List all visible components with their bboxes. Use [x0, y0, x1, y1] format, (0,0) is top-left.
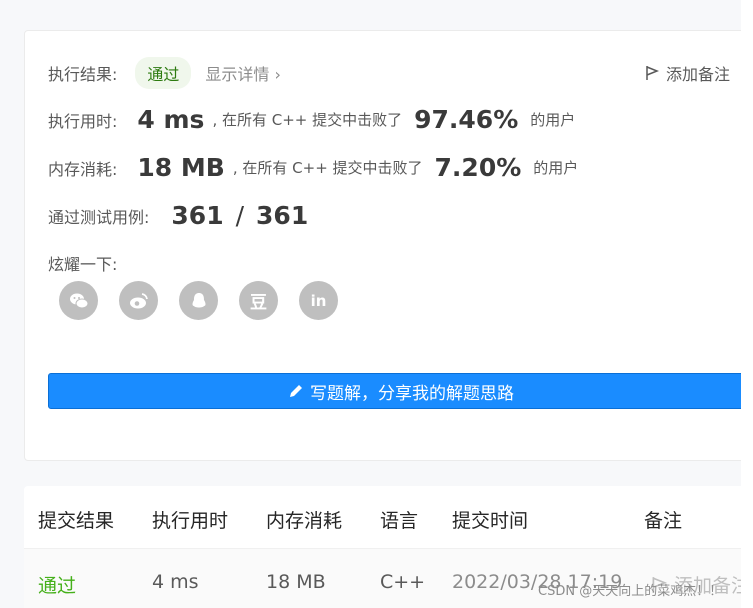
row-runtime: 4 ms: [152, 571, 199, 593]
share-row: 炫耀一下:: [48, 251, 117, 275]
add-note-label: 添加备注: [665, 65, 730, 84]
header-memory[interactable]: 内存消耗: [266, 506, 342, 533]
header-language[interactable]: 语言: [380, 506, 418, 533]
tests-separator: /: [235, 201, 245, 230]
linkedin-icon[interactable]: in: [299, 281, 338, 320]
right-edge: [741, 0, 753, 608]
wechat-icon[interactable]: [59, 281, 98, 320]
status-badge: 通过: [135, 57, 192, 89]
row-result[interactable]: 通过: [38, 571, 76, 598]
runtime-mid-text: , 在所有 C++ 提交中击败了: [212, 111, 403, 129]
wechat-glyph: [69, 293, 88, 308]
share-icons: 豆 in: [59, 281, 359, 320]
qq-glyph: [192, 292, 205, 307]
memory-label: 内存消耗:: [48, 159, 118, 179]
write-solution-label: 写题解，分享我的解题思路: [310, 383, 514, 404]
share-label: 炫耀一下:: [48, 255, 118, 274]
memory-value: 18 MB: [137, 153, 225, 182]
runtime-value: 4 ms: [137, 105, 205, 134]
watermark: CSDN @天天向上的菜鸡杰！！: [538, 584, 723, 599]
show-details-link[interactable]: 显示详情 ›: [205, 61, 281, 85]
tests-row: 通过测试用例: 361 / 361: [48, 201, 308, 230]
douban-icon[interactable]: 豆: [239, 281, 278, 320]
result-label: 执行结果:: [48, 65, 118, 84]
memory-percent: 7.20%: [434, 153, 522, 182]
header-result[interactable]: 提交结果: [38, 506, 114, 533]
row-language: C++: [380, 571, 426, 593]
memory-suffix: 的用户: [533, 159, 579, 177]
result-row: 执行结果: 通过 显示详情 ›: [48, 57, 281, 89]
runtime-suffix: 的用户: [530, 111, 576, 129]
add-note-button[interactable]: 添加备注: [644, 61, 730, 85]
header-runtime[interactable]: 执行用时: [152, 506, 228, 533]
runtime-row: 执行用时: 4 ms , 在所有 C++ 提交中击败了 97.46% 的用户: [48, 105, 575, 134]
pencil-icon: [290, 385, 302, 397]
header-note: 备注: [644, 510, 683, 532]
tests-label: 通过测试用例:: [48, 207, 150, 227]
weibo-icon[interactable]: [119, 281, 158, 320]
runtime-label: 执行用时:: [48, 111, 118, 131]
runtime-percent: 97.46%: [414, 105, 519, 134]
weibo-glyph: [129, 292, 148, 308]
result-card: 执行结果: 通过 显示详情 › 添加备注 执行用时: 4 ms , 在所有 C+…: [24, 30, 753, 461]
header-time[interactable]: 提交时间: [452, 506, 528, 533]
table-row[interactable]: 通过 4 ms 18 MB C++ 2022/03/28 17:19 添加备注: [24, 548, 753, 608]
qq-icon[interactable]: [179, 281, 218, 320]
tests-passed: 361: [171, 201, 224, 230]
douban-glyph: 豆: [250, 293, 267, 313]
write-solution-button[interactable]: 写题解，分享我的解题思路: [48, 373, 753, 409]
tests-total: 361: [256, 201, 309, 230]
linkedin-glyph: in: [310, 291, 327, 310]
memory-mid-text: , 在所有 C++ 提交中击败了: [232, 159, 423, 177]
row-memory: 18 MB: [266, 571, 326, 593]
flag-icon: [646, 66, 660, 80]
memory-row: 内存消耗: 18 MB , 在所有 C++ 提交中击败了 7.20% 的用户: [48, 153, 578, 182]
